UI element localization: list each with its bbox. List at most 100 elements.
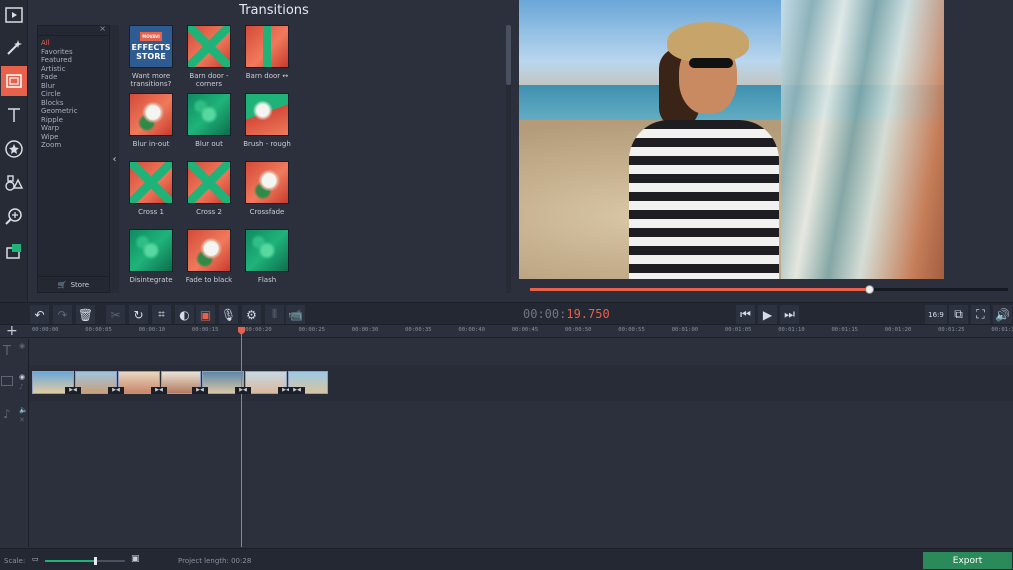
scrollbar-handle[interactable] [506, 25, 511, 85]
category-item[interactable]: Zoom [41, 141, 109, 150]
color-adjust-icon[interactable]: ◐ [175, 305, 194, 324]
collapse-panel-chevron-icon[interactable]: ‹ [110, 25, 119, 293]
timeline-ruler[interactable]: + 00:00:00 00:00:05 00:00:10 00:00:15 00:00:… [0, 323, 1013, 339]
delete-trash-icon[interactable]: 🗑 [76, 305, 95, 324]
shapes-icon[interactable] [1, 168, 27, 198]
magic-wand-icon[interactable] [1, 33, 27, 63]
rotate-icon[interactable]: ↻ [129, 305, 148, 324]
stickers-star-icon[interactable] [1, 134, 27, 164]
transition-thumbnail[interactable]: Flash [238, 229, 296, 284]
category-item[interactable]: Ripple [41, 116, 109, 125]
settings-gear-icon[interactable]: ⚙ [242, 305, 261, 324]
video-clip[interactable]: ▶◀ [202, 371, 251, 394]
transition-thumbnail[interactable]: MOVAVI EFFECTS STORE Want more transitions… [122, 25, 180, 88]
video-clip[interactable]: ▶◀ [161, 371, 208, 394]
transition-thumbnail[interactable]: Crossfade [238, 161, 296, 216]
transition-thumbnail[interactable]: Blur in-out [122, 93, 180, 148]
transition-marker-icon[interactable]: ▶◀ [108, 387, 124, 394]
text-track-visibility-icon[interactable]: ◉ [19, 342, 25, 350]
transition-marker-icon[interactable]: ▶◀ [289, 387, 305, 394]
timecode: 00:00:19.750 [523, 307, 610, 321]
video-preview[interactable] [519, 0, 944, 279]
detach-preview-icon[interactable]: ⧉ [949, 305, 968, 324]
ruler-tick-label: 00:00:50 [565, 327, 592, 333]
audio-track-mute-icon[interactable]: ✕ [19, 416, 25, 424]
video-clip[interactable]: ▶◀ [75, 371, 124, 394]
zoom-in-icon[interactable]: ▣ [131, 554, 140, 564]
aspect-ratio-button[interactable]: 16:9 [925, 305, 947, 324]
video-clip[interactable]: ▶◀ [288, 371, 328, 394]
equalizer-icon[interactable]: ⫴ [265, 305, 284, 324]
redo-icon[interactable]: ↷ [53, 305, 72, 324]
category-item[interactable]: Fade [41, 73, 109, 82]
store-text: EFFECTS STORE [131, 43, 171, 61]
transition-thumbnail[interactable]: Cross 1 [122, 161, 180, 216]
transition-label: Crossfade [249, 208, 285, 216]
text-track[interactable] [29, 339, 1013, 365]
category-item[interactable]: Circle [41, 90, 109, 99]
transition-marker-icon[interactable]: ▶◀ [65, 387, 81, 394]
camera-record-icon[interactable]: 📹 [286, 305, 305, 324]
transition-thumbnail[interactable]: Barn door - corners [180, 25, 238, 88]
timeline-playhead[interactable] [241, 327, 242, 547]
scale-slider-knob[interactable] [93, 557, 97, 565]
skip-back-icon[interactable]: ⏮ [736, 305, 755, 324]
clear-search-icon[interactable]: × [99, 24, 106, 33]
import-media-icon[interactable] [1, 0, 27, 30]
transition-thumbnail[interactable]: Cross 2 [180, 161, 238, 216]
transition-thumbnail[interactable]: Barn door ↔ [238, 25, 296, 80]
store-label: Store [70, 280, 90, 289]
category-item[interactable]: Blocks [41, 99, 109, 108]
crop-icon[interactable]: ⌗ [152, 305, 171, 324]
video-clip[interactable]: ▶◀ [118, 371, 167, 394]
category-item[interactable]: Artistic [41, 65, 109, 74]
video-track-visibility-icon[interactable]: ◉ [19, 373, 25, 381]
preview-seekbar[interactable] [530, 285, 1008, 294]
zoom-pan-icon[interactable] [1, 202, 27, 232]
video-clip[interactable]: ▶◀ [245, 371, 294, 394]
skip-forward-icon[interactable]: ⏭ [780, 305, 799, 324]
audio-track[interactable] [29, 401, 1013, 547]
add-track-icon[interactable]: + [6, 323, 18, 339]
play-icon[interactable]: ▶ [758, 305, 777, 324]
transition-thumbnail[interactable]: Disintegrate [122, 229, 180, 284]
clip-properties-icon[interactable]: ▣ [196, 305, 215, 324]
cart-icon: 🛒 [57, 280, 67, 289]
scale-slider[interactable] [45, 557, 125, 565]
category-item[interactable]: Wipe [41, 133, 109, 142]
category-item[interactable]: All [41, 39, 109, 48]
transition-marker-icon[interactable]: ▶◀ [235, 387, 251, 394]
audio-track-volume-icon[interactable]: 🔈 [19, 406, 28, 414]
transition-thumbnail[interactable]: Fade to black [180, 229, 238, 284]
ruler-tick-label: 00:01:00 [671, 327, 699, 333]
fullscreen-icon[interactable]: ⛶ [971, 305, 990, 324]
timecode-main: 00:00: [523, 307, 567, 321]
transition-thumbnail[interactable]: Brush - rough [238, 93, 296, 148]
category-item[interactable]: Blur [41, 82, 109, 91]
undo-icon[interactable]: ↶ [30, 305, 49, 324]
video-track[interactable]: ▶◀ ▶◀ ▶◀ ▶◀ ▶◀ ▶◀ ▶◀ [29, 365, 1013, 401]
more-tools-icon[interactable] [1, 236, 27, 266]
titles-text-icon[interactable] [1, 100, 27, 130]
category-item[interactable]: Warp [41, 124, 109, 133]
transitions-scrollbar[interactable] [506, 25, 511, 293]
transition-marker-icon[interactable]: ▶◀ [151, 387, 167, 394]
volume-icon[interactable]: 🔊 [993, 305, 1012, 324]
transitions-tool-icon[interactable] [1, 66, 27, 96]
text-track-icon: T [3, 344, 11, 359]
category-item[interactable]: Favorites [41, 48, 109, 57]
video-clip[interactable]: ▶◀ [32, 371, 81, 394]
transition-label: Barn door - corners [189, 72, 229, 88]
store-button[interactable]: 🛒 Store [38, 276, 109, 292]
video-track-mute-icon[interactable]: ♪ [19, 383, 23, 391]
seekbar-knob[interactable] [865, 285, 875, 294]
zoom-out-icon[interactable]: ▭ [32, 555, 39, 563]
category-search[interactable]: × [38, 24, 109, 36]
cut-scissors-icon[interactable]: ✂ [106, 305, 125, 324]
transition-thumbnail[interactable]: Blur out [180, 93, 238, 148]
category-item[interactable]: Featured [41, 56, 109, 65]
category-item[interactable]: Geometric [41, 107, 109, 116]
record-audio-mic-icon[interactable]: 🎙 [219, 305, 238, 324]
export-button[interactable]: Export [923, 552, 1012, 569]
transition-marker-icon[interactable]: ▶◀ [192, 387, 208, 394]
